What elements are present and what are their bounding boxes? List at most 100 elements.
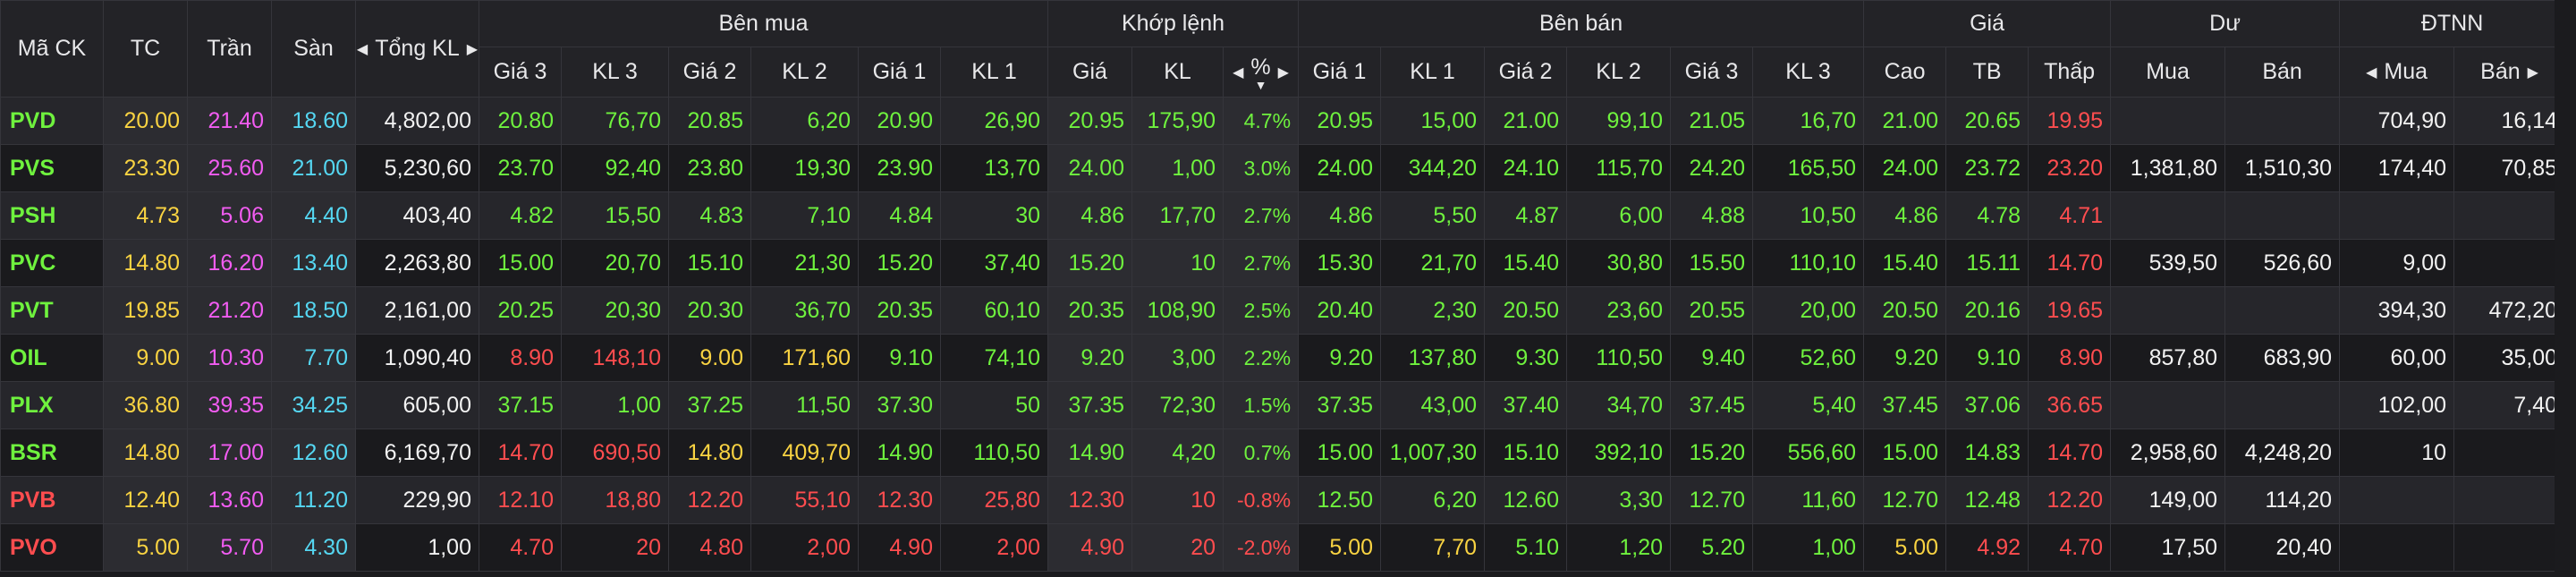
match-pct-cell: -2.0% (1222, 523, 1300, 572)
col-ceil[interactable]: Trần (187, 0, 272, 98)
symbol-cell[interactable]: PSH (0, 191, 104, 240)
table-row[interactable]: PLX 36.80 39.35 34.25 605,00 37.15 1,00 37.25 11… (0, 381, 2566, 429)
symbol-cell[interactable]: BSR (0, 429, 104, 477)
col-foreign-buy[interactable]: ◀ Mua (2339, 47, 2455, 98)
sell-volume-cell: 5,50 (1380, 191, 1486, 240)
col-sell-vol-2[interactable]: KL 2 (1566, 47, 1672, 98)
sell-price-cell: 21.05 (1670, 97, 1754, 145)
col-surplus-sell[interactable]: Bán (2224, 47, 2341, 98)
buy-volume-cell: 25,80 (940, 476, 1048, 524)
symbol-cell[interactable]: PVB (0, 476, 104, 524)
col-buy-price-3[interactable]: Giá 3 (479, 47, 562, 98)
col-floor[interactable]: Sàn (271, 0, 356, 98)
foreign-buy-cell (2339, 523, 2455, 572)
match-volume-cell: 4,20 (1131, 429, 1224, 477)
buy-price-cell: 9.10 (858, 334, 941, 382)
table-row[interactable]: PSH 4.73 5.06 4.40 403,40 4.82 15,50 4.83 7,10 4.… (0, 191, 2566, 240)
caret-left-icon[interactable]: ◀ (2366, 64, 2377, 81)
total-volume-cell: 605,00 (355, 381, 479, 429)
col-ref[interactable]: TC (103, 0, 188, 98)
caret-right-icon[interactable]: ▶ (2528, 64, 2538, 81)
col-low[interactable]: Thấp (2028, 47, 2112, 98)
symbol-cell[interactable]: PVS (0, 144, 104, 192)
col-sell-vol-1[interactable]: KL 1 (1380, 47, 1486, 98)
surplus-buy-cell: 2,958,60 (2110, 429, 2226, 477)
col-total-vol[interactable]: ◀ Tổng KL ▶ (355, 0, 479, 98)
sell-volume-cell: 344,20 (1380, 144, 1486, 192)
buy-price-cell: 14.80 (668, 429, 751, 477)
symbol-cell[interactable]: PVT (0, 286, 104, 335)
match-price-cell: 9.20 (1047, 334, 1132, 382)
sell-volume-cell: 110,50 (1566, 334, 1672, 382)
col-sell-price-2[interactable]: Giá 2 (1484, 47, 1568, 98)
total-volume-cell: 6,169,70 (355, 429, 479, 477)
caret-right-icon[interactable]: ▶ (1278, 64, 1289, 81)
match-pct-cell: 2.7% (1222, 191, 1300, 240)
match-price-cell: 14.90 (1047, 429, 1132, 477)
col-buy-vol-3[interactable]: KL 3 (561, 47, 669, 98)
col-match-vol[interactable]: KL (1131, 47, 1224, 98)
low-price-cell: 12.20 (2028, 476, 2112, 524)
caret-left-icon[interactable]: ◀ (1233, 64, 1243, 81)
buy-volume-cell: 409,70 (750, 429, 859, 477)
total-volume-cell: 2,161,00 (355, 286, 479, 335)
buy-price-cell: 4.70 (479, 523, 562, 572)
caret-right-icon[interactable]: ▶ (467, 40, 478, 58)
symbol-cell[interactable]: OIL (0, 334, 104, 382)
buy-volume-cell: 171,60 (750, 334, 859, 382)
table-row[interactable]: OIL 9.00 10.30 7.70 1,090,40 8.90 148,10 9.00 17… (0, 334, 2566, 382)
table-row[interactable]: PVC 14.80 16.20 13.40 2,263,80 15.00 20,70 15.1… (0, 239, 2566, 287)
table-row[interactable]: PVS 23.30 25.60 21.00 5,230,60 23.70 92,40 23.8… (0, 144, 2566, 192)
ref-price-cell: 9.00 (103, 334, 188, 382)
table-row[interactable]: PVT 19.85 21.20 18.50 2,161,00 20.25 20,30 20.3… (0, 286, 2566, 335)
table-row[interactable]: PVB 12.40 13.60 11.20 229,90 12.10 18,80 12.20 5… (0, 476, 2566, 524)
col-sell-price-3[interactable]: Giá 3 (1670, 47, 1754, 98)
table-row[interactable]: BSR 14.80 17.00 12.60 6,169,70 14.70 690,50 14.… (0, 429, 2566, 477)
buy-volume-cell: 20 (561, 523, 669, 572)
col-buy-vol-2[interactable]: KL 2 (750, 47, 859, 98)
col-sell-price-1[interactable]: Giá 1 (1298, 47, 1382, 98)
table-row[interactable]: PVO 5.00 5.70 4.30 1,00 4.70 20 4.80 2,00 4.90 2,0… (0, 523, 2566, 572)
col-foreign-sell[interactable]: Bán ▶ (2453, 47, 2566, 98)
sell-price-cell: 20.95 (1298, 97, 1382, 145)
sell-volume-cell: 99,10 (1566, 97, 1672, 145)
avg-price-cell: 12.48 (1945, 476, 2029, 524)
floor-price-cell: 18.50 (271, 286, 356, 335)
surplus-buy-cell: 857,80 (2110, 334, 2226, 382)
symbol-cell[interactable]: PVC (0, 239, 104, 287)
col-avg[interactable]: TB (1945, 47, 2029, 98)
buy-price-cell: 23.80 (668, 144, 751, 192)
col-buy-vol-1[interactable]: KL 1 (940, 47, 1048, 98)
floor-price-cell: 18.60 (271, 97, 356, 145)
sell-price-cell: 15.10 (1484, 429, 1568, 477)
surplus-sell-cell (2224, 381, 2341, 429)
sell-volume-cell: 23,60 (1566, 286, 1672, 335)
sell-volume-cell: 3,30 (1566, 476, 1672, 524)
col-buy-price-2[interactable]: Giá 2 (668, 47, 751, 98)
col-surplus-buy[interactable]: Mua (2110, 47, 2226, 98)
buy-price-cell: 9.00 (668, 334, 751, 382)
high-price-cell: 4.86 (1863, 191, 1947, 240)
col-high[interactable]: Cao (1863, 47, 1947, 98)
caret-left-icon[interactable]: ◀ (357, 40, 368, 58)
col-buy-price-1[interactable]: Giá 1 (858, 47, 941, 98)
sell-volume-cell: 20,00 (1752, 286, 1865, 335)
symbol-cell[interactable]: PVO (0, 523, 104, 572)
buy-volume-cell: 1,00 (561, 381, 669, 429)
vertical-scrollbar[interactable] (2555, 0, 2576, 577)
table-row[interactable]: PVD 20.00 21.40 18.60 4,802,00 20.80 76,70 20.8… (0, 97, 2566, 145)
avg-price-cell: 20.16 (1945, 286, 2029, 335)
sell-price-cell: 4.88 (1670, 191, 1754, 240)
col-match-price[interactable]: Giá (1047, 47, 1132, 98)
symbol-cell[interactable]: PLX (0, 381, 104, 429)
price-board: Mã CK TC Trần Sàn ◀ Tổng KL ▶ Bên mua Khớp… (0, 0, 2576, 577)
total-volume-cell: 5,230,60 (355, 144, 479, 192)
foreign-sell-cell (2453, 429, 2566, 477)
symbol-cell[interactable]: PVD (0, 97, 104, 145)
sell-volume-cell: 392,10 (1566, 429, 1672, 477)
col-match-pct[interactable]: ◀% ▼ ▶ (1222, 47, 1300, 98)
col-symbol[interactable]: Mã CK (0, 0, 104, 98)
col-sell-vol-3[interactable]: KL 3 (1752, 47, 1865, 98)
buy-volume-cell: 37,40 (940, 239, 1048, 287)
buy-volume-cell: 13,70 (940, 144, 1048, 192)
